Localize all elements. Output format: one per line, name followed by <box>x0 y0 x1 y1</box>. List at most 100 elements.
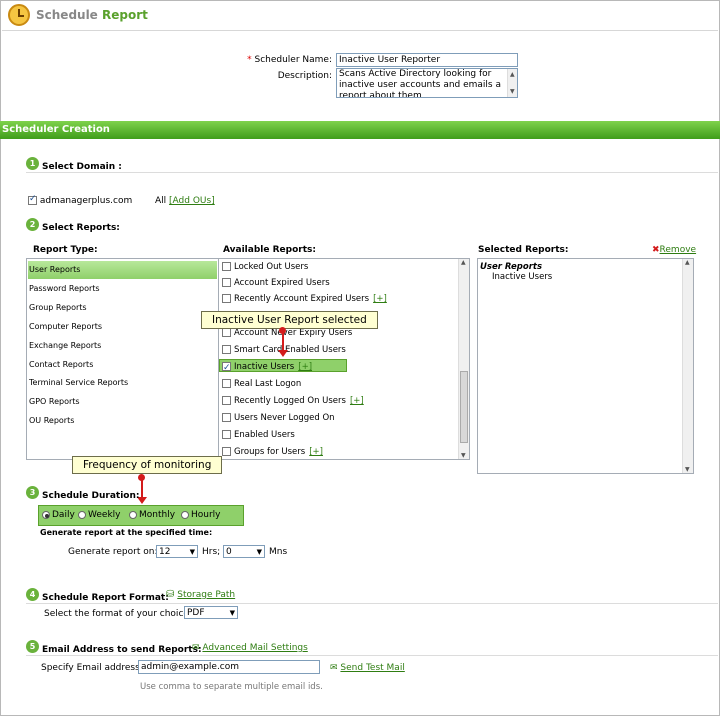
report-type-item[interactable]: Computer Reports <box>28 318 102 336</box>
callout-arrow <box>282 331 284 352</box>
report-checkbox[interactable] <box>222 379 231 388</box>
available-report-item[interactable]: Recently Account Expired Users [+] <box>222 291 387 307</box>
available-report-item[interactable]: Real Last Logon <box>222 376 301 392</box>
page-title: Schedule Report <box>36 8 148 22</box>
format-select[interactable]: PDF ▼ <box>184 606 238 619</box>
storage-path-button[interactable]: ⛁ Storage Path <box>166 589 235 600</box>
remove-link[interactable]: Remove <box>660 245 697 255</box>
clock-icon <box>8 4 30 26</box>
report-type-item[interactable]: Contact Reports <box>28 356 93 374</box>
report-type-item[interactable]: GPO Reports <box>28 393 80 411</box>
scheduler-creation-bar: Scheduler Creation <box>0 121 720 139</box>
advanced-mail-link[interactable]: Advanced Mail Settings <box>202 643 307 653</box>
remove-button[interactable]: ✖Remove <box>652 245 696 255</box>
expand-link[interactable]: [+] <box>309 447 323 457</box>
weekly-option[interactable]: Weekly <box>78 510 120 520</box>
report-label: Account Expired Users <box>234 278 330 288</box>
dropdown-arrow-icon: ▼ <box>189 548 195 556</box>
storage-icon: ⛁ <box>166 589 175 600</box>
description-scrollbar[interactable]: ▲ ▼ <box>507 69 517 97</box>
email-input[interactable] <box>138 660 320 674</box>
report-type-item[interactable]: Terminal Service Reports <box>28 374 128 392</box>
expand-link[interactable]: [+] <box>373 294 387 304</box>
report-label: Recently Logged On Users <box>234 396 346 406</box>
report-type-item[interactable]: OU Reports <box>28 412 74 430</box>
send-test-mail-link[interactable]: Send Test Mail <box>340 663 404 673</box>
email-divider <box>26 655 718 656</box>
available-report-item[interactable]: Groups for Users [+] <box>222 444 323 460</box>
report-checkbox[interactable] <box>222 278 231 287</box>
available-reports-header: Available Reports: <box>223 245 316 255</box>
scroll-thumb[interactable] <box>460 371 468 443</box>
storage-path-link[interactable]: Storage Path <box>177 590 235 600</box>
available-report-item[interactable]: Account Expired Users <box>222 275 330 291</box>
report-type-item[interactable]: Password Reports <box>28 280 100 298</box>
monthly-radio[interactable] <box>129 510 137 519</box>
available-report-item[interactable]: Users Never Logged On <box>222 410 335 426</box>
callout-arrow <box>141 478 143 498</box>
weekly-radio[interactable] <box>78 510 86 519</box>
send-test-mail-button[interactable]: ✉ Send Test Mail <box>330 663 405 673</box>
description-label: Description: <box>277 71 332 81</box>
available-reports-scrollbar[interactable]: ▲ ▼ <box>458 259 469 459</box>
domain-divider <box>26 172 718 173</box>
ou-scope: All [Add OUs] <box>155 196 215 206</box>
report-label: Smart Card Enabled Users <box>234 345 346 355</box>
select-reports-heading: Select Reports: <box>42 223 120 233</box>
scheduler-name-label: * Scheduler Name: <box>247 55 332 65</box>
hourly-radio[interactable] <box>181 510 189 519</box>
frequency-callout: Frequency of monitoring <box>72 456 223 474</box>
available-report-item[interactable]: Enabled Users <box>222 427 295 443</box>
description-textarea[interactable]: Scans Active Directory looking for inact… <box>336 68 518 98</box>
domain-checkbox[interactable] <box>28 194 37 205</box>
dropdown-arrow-icon: ▼ <box>229 609 235 617</box>
selected-reports-scrollbar[interactable]: ▲ ▼ <box>682 259 693 473</box>
monthly-option[interactable]: Monthly <box>129 510 175 520</box>
daily-radio[interactable] <box>42 510 50 519</box>
report-checkbox[interactable] <box>222 360 231 376</box>
callout-arrowhead <box>278 350 288 357</box>
report-checkbox[interactable] <box>222 262 231 271</box>
report-checkbox[interactable] <box>222 328 231 337</box>
selected-reports-header: Selected Reports: <box>478 245 569 255</box>
hourly-option[interactable]: Hourly <box>181 510 221 520</box>
advanced-mail-button[interactable]: ✉ Advanced Mail Settings <box>192 643 308 653</box>
report-checkbox[interactable] <box>222 294 231 303</box>
minutes-select[interactable]: 0 ▼ <box>223 545 265 558</box>
description-text: Scans Active Directory looking for inact… <box>339 69 501 98</box>
available-report-item[interactable]: Locked Out Users <box>222 259 308 275</box>
hours-select[interactable]: 12 ▼ <box>156 545 198 558</box>
minutes-unit: Mns <box>269 547 288 557</box>
selected-report-item[interactable]: Inactive Users <box>492 272 552 282</box>
send-mail-icon: ✉ <box>330 663 338 673</box>
report-checkbox[interactable] <box>222 430 231 439</box>
add-ous-link[interactable]: [Add OUs] <box>169 196 215 206</box>
report-label: Users Never Logged On <box>234 413 335 423</box>
report-checkbox[interactable] <box>222 447 231 456</box>
step-5-badge: 5 <box>26 640 39 653</box>
report-type-header: Report Type: <box>33 245 98 255</box>
report-checkbox[interactable] <box>222 396 231 405</box>
email-hint: Use comma to separate multiple email ids… <box>140 682 323 692</box>
available-report-item[interactable]: Inactive Users[+] <box>222 359 312 376</box>
mail-settings-icon: ✉ <box>192 643 200 653</box>
step-2-badge: 2 <box>26 218 39 231</box>
available-report-item[interactable]: Recently Logged On Users [+] <box>222 393 364 409</box>
remove-icon: ✖ <box>652 245 660 255</box>
report-type-item[interactable]: User Reports <box>28 261 217 279</box>
format-label: Select the format of your choice: <box>44 609 192 619</box>
email-heading: Email Address to send Reports: <box>42 645 202 655</box>
domain-row: admanagerplus.com <box>28 194 132 206</box>
report-checkbox[interactable] <box>222 413 231 422</box>
report-label: Groups for Users <box>234 447 306 457</box>
report-type-item[interactable]: Group Reports <box>28 299 87 317</box>
expand-link[interactable]: [+] <box>350 396 364 406</box>
report-label: Enabled Users <box>234 430 295 440</box>
email-label: Specify Email address: <box>41 663 143 673</box>
report-type-item[interactable]: Exchange Reports <box>28 337 101 355</box>
report-label: Real Last Logon <box>234 379 302 389</box>
report-checkbox[interactable] <box>222 345 231 354</box>
expand-link[interactable]: [+] <box>298 362 312 372</box>
daily-option[interactable]: Daily <box>42 510 75 520</box>
scheduler-name-input[interactable] <box>336 53 518 67</box>
